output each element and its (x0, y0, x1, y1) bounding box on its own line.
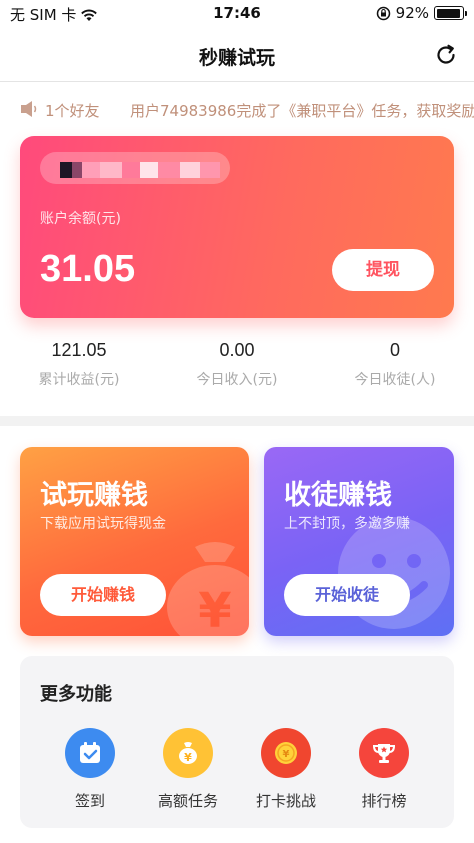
invite-subtitle: 上不封顶，多邀多赚 (284, 516, 410, 532)
invite-earn-card[interactable]: 收徒赚钱 上不封顶，多邀多赚 开始收徒 (264, 447, 454, 636)
stats-row: 121.05 累计收益(元) 0.00 今日收入(元) 0 今日收徒(人) (0, 340, 474, 410)
battery-icon (434, 6, 467, 20)
start-invite-button[interactable]: 开始收徒 (284, 574, 410, 616)
rotation-lock-icon (376, 6, 390, 20)
nav-bar: 秒赚试玩 (0, 28, 474, 82)
checkin-challenge-label: 打卡挑战 (255, 792, 316, 810)
money-bag-icon: ¥ (163, 728, 213, 778)
notice-friend: 1个好友 (45, 102, 100, 120)
balance-label: 账户余额(元) (40, 211, 121, 227)
status-bar: 无 SIM 卡 17:46 92% (0, 0, 474, 28)
notice-marquee[interactable]: 1个好友 用户74983986完成了《兼职平台》任务，获取奖励0. (0, 92, 474, 126)
checkin-challenge-item[interactable]: ¥ 打卡挑战 (237, 728, 335, 811)
page-title: 秒赚试玩 (198, 47, 275, 69)
balance-card: 账户余额(元) 31.05 提现 (20, 136, 454, 318)
high-reward-task-item[interactable]: ¥ 高额任务 (139, 728, 237, 811)
start-earning-button[interactable]: 开始赚钱 (40, 574, 166, 616)
section-divider (0, 416, 474, 426)
money-bag-icon: ¥ (167, 542, 249, 636)
withdraw-button[interactable]: 提现 (332, 249, 434, 291)
svg-text:¥: ¥ (283, 749, 290, 760)
checkin-label: 签到 (74, 792, 105, 810)
more-functions-panel: 更多功能 签到 ¥ 高额任务 ¥ 打卡挑战 排行榜 (20, 656, 454, 828)
stat-today-apprentices: 0 今日收徒(人) (316, 340, 474, 410)
stat-total-earnings: 121.05 累计收益(元) (0, 340, 158, 410)
status-right: 92% (376, 4, 467, 22)
battery-fill (436, 8, 460, 18)
app-screen: 无 SIM 卡 17:46 92% 秒赚试玩 1个好友 用户74983986完成… (0, 0, 474, 843)
function-grid: 签到 ¥ 高额任务 ¥ 打卡挑战 排行榜 (20, 728, 454, 811)
leaderboard-label: 排行榜 (361, 792, 407, 810)
leaderboard-item[interactable]: 排行榜 (335, 728, 433, 811)
more-functions-title: 更多功能 (40, 684, 112, 705)
stat-label: 今日收徒(人) (354, 372, 436, 388)
trial-title: 试玩赚钱 (40, 480, 148, 511)
stat-label: 今日收入(元) (196, 372, 278, 388)
stat-label: 累计收益(元) (38, 372, 120, 388)
refresh-icon[interactable] (434, 43, 458, 67)
balance-amount: 31.05 (40, 248, 136, 290)
trial-earn-card[interactable]: ¥ 试玩赚钱 下载应用试玩得现金 开始赚钱 (20, 447, 249, 636)
calendar-check-icon (65, 728, 115, 778)
invite-title: 收徒赚钱 (284, 480, 392, 511)
stat-value: 121.05 (51, 340, 107, 360)
high-reward-task-label: 高额任务 (157, 792, 218, 810)
speaker-icon (21, 101, 37, 117)
checkin-item[interactable]: 签到 (41, 728, 139, 811)
trial-subtitle: 下载应用试玩得现金 (40, 516, 166, 532)
notice-message: 用户74983986完成了《兼职平台》任务，获取奖励0. (130, 102, 474, 120)
username-blur (60, 162, 220, 178)
battery-percent: 92% (395, 4, 429, 22)
svg-text:¥: ¥ (198, 583, 231, 636)
stat-value: 0 (389, 340, 400, 360)
stat-today-income: 0.00 今日收入(元) (158, 340, 316, 410)
stat-value: 0.00 (219, 340, 255, 360)
svg-text:¥: ¥ (184, 751, 192, 764)
coin-icon: ¥ (261, 728, 311, 778)
trophy-icon (359, 728, 409, 778)
